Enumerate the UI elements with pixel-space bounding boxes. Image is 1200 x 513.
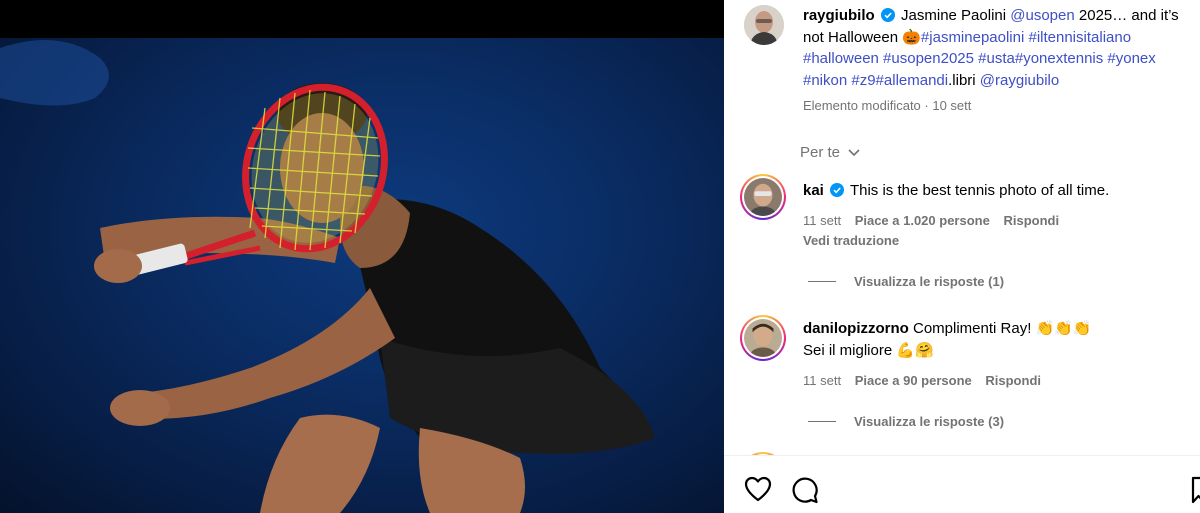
caption-text-tail: .libri	[948, 71, 976, 89]
avatar-ring-inner	[742, 317, 784, 359]
caption-mention-author[interactable]: @raygiubilo	[980, 72, 1059, 89]
author-username[interactable]: raygiubilo	[803, 7, 875, 24]
avatar-ring-inner	[742, 176, 784, 218]
view-replies-danilopizzorno[interactable]: Visualizza le risposte (3)	[808, 414, 1004, 429]
verified-badge-icon	[830, 183, 845, 197]
replies-divider	[808, 421, 836, 422]
comment-bubble-icon[interactable]	[791, 476, 819, 504]
view-replies-label: Visualizza le risposte (3)	[854, 414, 1005, 429]
commenter-username[interactable]: danilopizzorno	[803, 320, 909, 337]
view-replies-label: Visualizza le risposte (1)	[854, 274, 1005, 289]
post-sidebar: raygiubilo Jasmine Paolini @usopen 2025……	[724, 0, 1200, 513]
danilopizzorno-avatar-image	[744, 319, 782, 357]
comment-sort-dropdown[interactable]: Per te	[800, 144, 861, 161]
sort-label: Per te	[800, 144, 841, 161]
reply-button[interactable]: Rispondi	[1003, 213, 1059, 228]
view-replies-kai[interactable]: Visualizza le risposte (1)	[808, 274, 1004, 289]
comment-likes[interactable]: Piace a 90 persone	[855, 373, 972, 388]
comment-text-line2: Sei il migliore 💪🤗	[803, 341, 934, 359]
see-translation-label: Vedi traduzione	[803, 233, 900, 248]
caption-mention-usopen[interactable]: @usopen	[1010, 7, 1074, 24]
chevron-down-icon	[848, 149, 860, 157]
verified-badge-icon	[880, 8, 895, 22]
post-media-panel	[0, 0, 724, 513]
comment-danilopizzorno-meta: 11 sett Piace a 90 persone Rispondi	[803, 373, 1193, 388]
author-avatar[interactable]	[744, 5, 784, 45]
post-action-bar	[724, 455, 1200, 513]
bookmark-icon[interactable]	[1190, 476, 1200, 504]
caption-emoji: 🎃	[902, 28, 921, 46]
comment-kai-meta: 11 sett Piace a 1.020 persone Rispondi	[803, 213, 1193, 228]
see-translation-link[interactable]: Vedi traduzione	[803, 233, 1193, 248]
author-avatar-image	[744, 5, 784, 45]
comment-likes[interactable]: Piace a 1.020 persone	[855, 213, 990, 228]
tennis-player-illustration	[0, 40, 655, 513]
commenter-avatar-danilopizzorno[interactable]	[740, 315, 786, 361]
comment-time[interactable]: 11 sett	[803, 373, 841, 388]
commenter-username[interactable]: kai	[803, 182, 824, 199]
reply-button[interactable]: Rispondi	[985, 373, 1041, 388]
post-caption: raygiubilo Jasmine Paolini @usopen 2025……	[803, 5, 1198, 91]
heart-icon[interactable]	[744, 476, 772, 502]
comment-text: This is the best tennis photo of all tim…	[849, 182, 1110, 199]
replies-divider	[808, 281, 836, 282]
caption-text: Jasmine Paolini	[901, 7, 1007, 24]
edited-time[interactable]: 10 sett	[932, 98, 971, 113]
post-photo[interactable]	[0, 38, 724, 513]
comment-kai: kai This is the best tennis photo of all…	[803, 180, 1193, 202]
edited-label: Elemento modificato	[803, 98, 921, 113]
edited-timestamp: Elemento modificato · 10 sett	[803, 98, 972, 113]
comment-time[interactable]: 11 sett	[803, 213, 841, 228]
comment-danilopizzorno: danilopizzorno Complimenti Ray! 👏👏👏 Sei …	[803, 318, 1193, 361]
kai-avatar-image	[744, 178, 782, 216]
comment-text-line1: Complimenti Ray! 👏👏👏	[913, 320, 1092, 337]
commenter-avatar-kai[interactable]	[740, 174, 786, 220]
